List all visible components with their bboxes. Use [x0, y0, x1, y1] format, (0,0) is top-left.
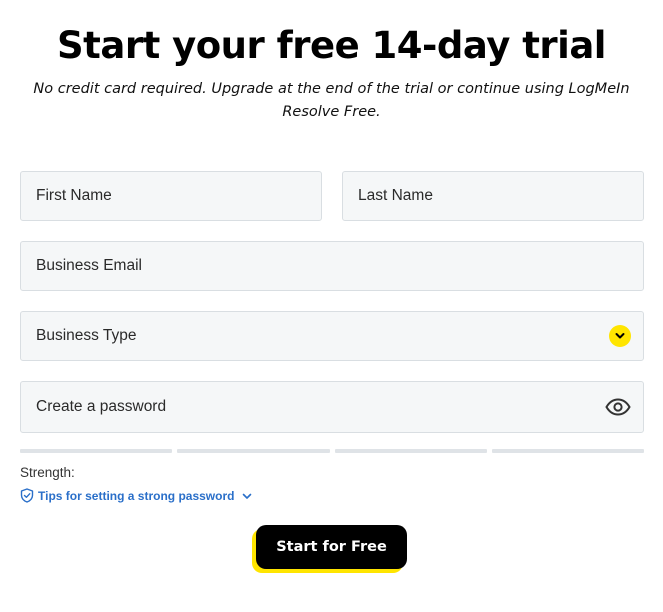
business-email-field[interactable]	[20, 241, 644, 291]
chevron-down-icon-glyph	[615, 333, 625, 339]
business-email-input[interactable]	[36, 257, 631, 275]
password-strength-meter	[20, 449, 644, 453]
chevron-down-icon[interactable]	[609, 325, 631, 347]
business-type-select[interactable]: Business Type	[20, 311, 644, 361]
chevron-down-icon	[243, 493, 252, 499]
strength-bar	[491, 449, 644, 453]
password-input[interactable]	[36, 398, 605, 416]
strength-label: Strength:	[20, 465, 75, 480]
strength-bar	[334, 449, 487, 453]
password-tips-label: Tips for setting a strong password	[38, 488, 235, 503]
first-name-field[interactable]	[20, 171, 322, 221]
shield-check-icon	[20, 488, 34, 503]
page-title: Start your free 14-day trial	[57, 24, 606, 67]
strength-bar	[20, 449, 173, 453]
last-name-input[interactable]	[358, 187, 631, 205]
first-name-input[interactable]	[36, 187, 309, 205]
strength-bar	[177, 449, 330, 453]
password-tips-link[interactable]: Tips for setting a strong password	[20, 488, 253, 503]
password-field[interactable]	[20, 381, 644, 433]
business-type-value: Business Type	[36, 327, 137, 344]
eye-icon-glyph	[604, 398, 631, 416]
start-for-free-button[interactable]: Start for Free	[256, 525, 407, 569]
page-subtitle: No credit card required. Upgrade at the …	[33, 81, 630, 120]
last-name-field[interactable]	[342, 171, 644, 221]
eye-icon[interactable]	[604, 393, 631, 421]
